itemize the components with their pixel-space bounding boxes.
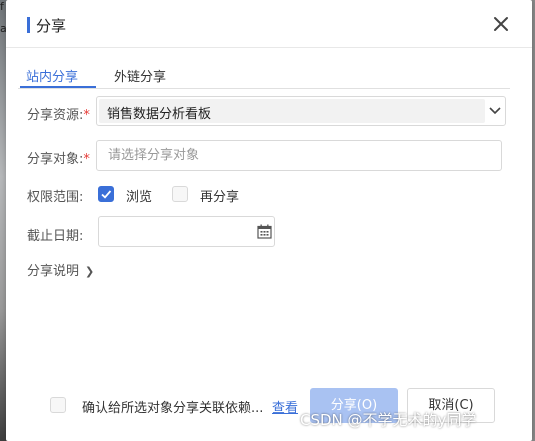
deadline-date-picker[interactable]	[98, 216, 275, 247]
resource-label: 分享资源:*	[27, 108, 90, 123]
tab-internal-share[interactable]: 站内分享	[26, 66, 78, 85]
calendar-icon	[257, 224, 272, 239]
browse-checkbox[interactable]	[98, 186, 114, 202]
dialog-header: 分享	[6, 0, 532, 48]
deadline-label: 截止日期:	[27, 229, 84, 244]
view-link[interactable]: 查看	[272, 397, 298, 416]
permission-label: 权限范围:	[27, 190, 84, 205]
share-target-input[interactable]	[96, 140, 502, 171]
title-accent-bar	[27, 17, 30, 33]
confirm-dependency-checkbox[interactable]	[50, 397, 66, 413]
browse-option-label: 浏览	[126, 190, 153, 205]
resource-selected-tag: 销售数据分析看板	[99, 99, 485, 123]
close-button[interactable]	[490, 13, 512, 35]
share-tabs: 站内分享 外链分享	[18, 60, 510, 89]
background-glyph: f	[0, 0, 4, 13]
watermark: CSDN @不学无术的y同学	[300, 411, 477, 429]
confirm-dependency-text: 确认给所选对象分享关联依赖...	[82, 401, 264, 416]
share-description-toggle[interactable]: 分享说明 ❯	[27, 260, 94, 279]
chevron-right-icon: ❯	[85, 265, 95, 278]
check-icon	[101, 190, 112, 199]
share-dialog: 分享 站内分享 外链分享 分享资源:* 销售数据分析看板 分享对象:* 权限范围…	[6, 0, 532, 441]
close-icon	[494, 17, 508, 31]
required-mark: *	[83, 152, 90, 167]
target-label: 分享对象:*	[27, 152, 90, 167]
reshare-option-label: 再分享	[200, 190, 240, 205]
resource-select[interactable]: 销售数据分析看板	[96, 96, 506, 126]
required-mark: *	[83, 108, 90, 123]
resource-selected-value: 销售数据分析看板	[107, 107, 212, 122]
reshare-checkbox[interactable]	[172, 186, 188, 202]
tab-external-link-share[interactable]: 外链分享	[114, 66, 166, 85]
share-description-label: 分享说明	[27, 264, 80, 279]
active-tab-indicator	[20, 86, 96, 88]
dialog-title: 分享	[36, 17, 67, 35]
chevron-down-icon	[489, 107, 501, 115]
